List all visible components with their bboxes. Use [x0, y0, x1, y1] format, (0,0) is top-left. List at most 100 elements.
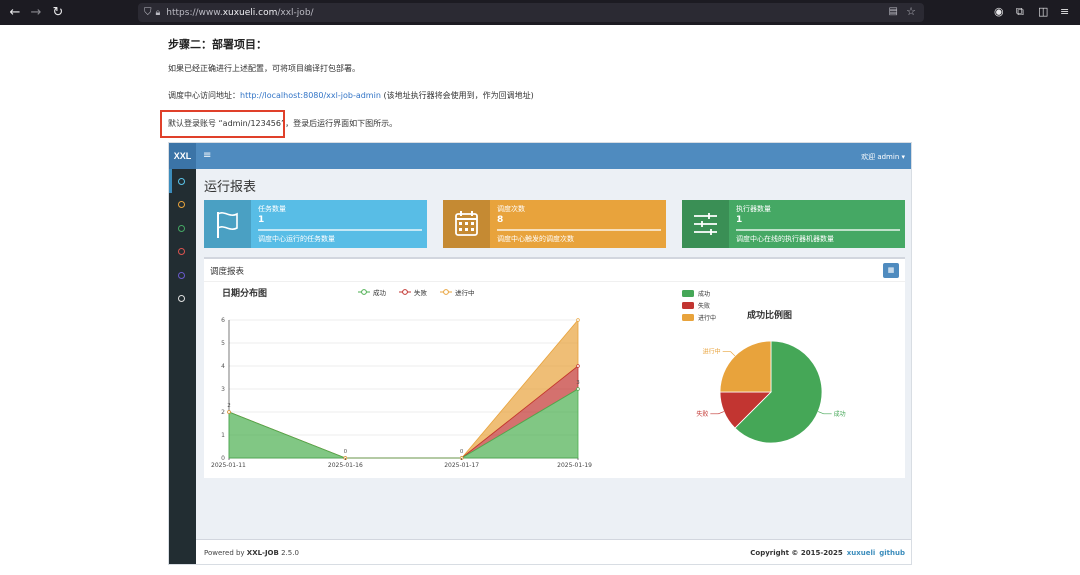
task-count-desc: 调度中心运行的任务数量 [258, 235, 335, 243]
pie-leader-1 [710, 411, 725, 415]
pie-slice-2 [719, 340, 772, 393]
legend-marker-2 [443, 289, 449, 295]
y-tick-label: 3 [221, 386, 225, 393]
executor-count-value: 1 [736, 215, 743, 225]
report-title: 调度报表 [210, 267, 245, 277]
xxl-job-dashboard: XXL ≡ 欢迎 admin ▾ 运行报表 任务数量 1 调度中心运行的任务数量… [168, 142, 912, 565]
y-tick-label: 4 [221, 363, 225, 370]
address-bar[interactable]: ⛉ 🔒︎ https://www.xuxueli.com/xxl-job/ ▤ … [138, 3, 924, 22]
footer-powered: Powered by XXL-JOB 2.5.0 [204, 549, 299, 557]
data-label: 0 [460, 449, 464, 455]
sidebar-item-users[interactable] [178, 272, 185, 279]
sidebar-active-marker [169, 169, 172, 193]
report-box: 调度报表 ▦ 日期分布图 成功 失败 进行中 0 1 2 3 4 5 6 2 0 0 3 2025-01-11… [204, 257, 905, 478]
y-tick-label: 0 [221, 455, 225, 462]
legend-label-1: 失败 [414, 288, 428, 297]
browser-toolbar: ← → ↻ ⛉ 🔒︎ https://www.xuxueli.com/xxl-j… [0, 0, 1080, 25]
legend-label-2: 进行中 [455, 288, 475, 297]
highlight-box [160, 110, 285, 138]
extensions-icon[interactable]: ⧉ [1016, 5, 1024, 19]
menu-icon[interactable]: ≡ [1060, 5, 1069, 18]
bookmark-star-icon[interactable]: ☆ [906, 5, 916, 18]
app-footer: Powered by XXL-JOB 2.5.0 Copyright © 201… [196, 539, 911, 564]
sliders-icon [682, 200, 729, 248]
executor-count-label: 执行器数量 [736, 205, 771, 213]
doc-paragraph-deploy: 如果已经正确进行上述配置，可将项目编译打包部署。 [168, 64, 360, 73]
legend-marker-0 [361, 289, 367, 295]
app-topbar: XXL ≡ 欢迎 admin ▾ [169, 143, 911, 169]
shield-icon[interactable]: ⛉ [144, 7, 152, 18]
reader-view-icon[interactable]: ▤ [889, 6, 898, 17]
step-heading: 步骤二：部署项目： [168, 38, 267, 51]
pocket-icon[interactable]: ◫ [1038, 5, 1048, 18]
executor-count-progress [736, 229, 900, 231]
x-tick-label: 2025-01-16 [328, 462, 363, 469]
pie-label-2: 进行中 [703, 348, 721, 356]
account-icon[interactable]: ◉ [994, 5, 1004, 18]
date-filter-button[interactable]: ▦ [883, 263, 899, 278]
trigger-count-value: 8 [497, 215, 504, 225]
trigger-count-label: 调度次数 [497, 205, 525, 213]
lock-icon[interactable]: 🔒︎ [156, 8, 161, 18]
area-chart-title: 日期分布图 [222, 287, 267, 299]
data-point [576, 387, 580, 391]
app-logo[interactable]: XXL [169, 143, 196, 169]
pie-leader-0 [817, 411, 832, 415]
trigger-count-card: 调度次数 8 调度中心触发的调度次数 [443, 200, 666, 248]
data-label: 2 [227, 403, 231, 409]
data-label: 0 [344, 449, 348, 455]
y-tick-label: 5 [221, 340, 225, 347]
reload-icon[interactable]: ↻ [47, 5, 69, 20]
page-title: 运行报表 [204, 180, 257, 195]
calendar-icon [443, 200, 490, 248]
data-label: 3 [576, 380, 580, 386]
calendar-small-icon: ▦ [887, 266, 895, 274]
y-tick-label: 1 [221, 432, 225, 439]
back-icon[interactable]: ← [4, 5, 26, 20]
task-count-progress [258, 229, 422, 231]
pie-label-0: 成功 [834, 410, 846, 418]
forward-icon[interactable]: → [25, 5, 47, 20]
legend-marker-1 [402, 289, 408, 295]
x-tick-label: 2025-01-11 [211, 462, 246, 469]
flag-icon [204, 200, 251, 248]
x-tick-label: 2025-01-17 [444, 462, 479, 469]
pie-chart-title: 成功比例图 [747, 309, 792, 321]
pie-leader-2 [722, 351, 736, 357]
url-text: https://www.xuxueli.com/xxl-job/ [166, 7, 314, 18]
trigger-count-progress [497, 229, 661, 231]
pie-legend-label-0: 成功 [698, 290, 710, 298]
y-tick-label: 6 [221, 317, 225, 324]
x-tick-label: 2025-01-19 [557, 462, 592, 469]
sidebar-item-tasks[interactable] [178, 201, 185, 208]
y-tick-label: 2 [221, 409, 225, 416]
task-count-label: 任务数量 [258, 205, 286, 213]
pie-label-1: 失败 [696, 410, 708, 418]
data-point [576, 318, 580, 322]
pie-legend-swatch-2 [682, 314, 694, 321]
sidebar-item-logs[interactable] [178, 225, 185, 232]
doc-paragraph-address: 调度中心访问地址：http://localhost:8080/xxl-job-a… [168, 91, 534, 100]
sidebar-item-executors[interactable] [178, 248, 185, 255]
pie-legend-swatch-0 [682, 290, 694, 297]
user-menu[interactable]: 欢迎 admin ▾ [861, 152, 905, 162]
task-count-value: 1 [258, 215, 265, 225]
app-sidebar [169, 169, 196, 564]
sidebar-toggle-icon[interactable]: ≡ [203, 150, 211, 162]
data-point [576, 364, 580, 368]
pie-legend-label-1: 失败 [698, 302, 710, 310]
task-count-card: 任务数量 1 调度中心运行的任务数量 [204, 200, 427, 248]
executor-count-card: 执行器数量 1 调度中心在线的执行器机器数量 [682, 200, 905, 248]
trigger-count-desc: 调度中心触发的调度次数 [497, 235, 574, 243]
charts-canvas: 日期分布图 成功 失败 进行中012345620 032025-01-11 2025-01… [211, 287, 846, 469]
sidebar-item-report[interactable] [178, 178, 185, 185]
footer-copyright: Copyright © 2015-2025 xuxueli github [750, 549, 905, 557]
pie-legend-label-2: 进行中 [698, 314, 716, 322]
footer-link-github[interactable]: github [879, 549, 905, 557]
executor-count-desc: 调度中心在线的执行器机器数量 [736, 235, 834, 243]
footer-link-xuxueli[interactable]: xuxueli [847, 549, 876, 557]
pie-legend-swatch-1 [682, 302, 694, 309]
sidebar-item-help[interactable] [178, 295, 185, 302]
data-point [227, 410, 231, 414]
admin-url-link[interactable]: http://localhost:8080/xxl-job-admin [240, 91, 381, 100]
